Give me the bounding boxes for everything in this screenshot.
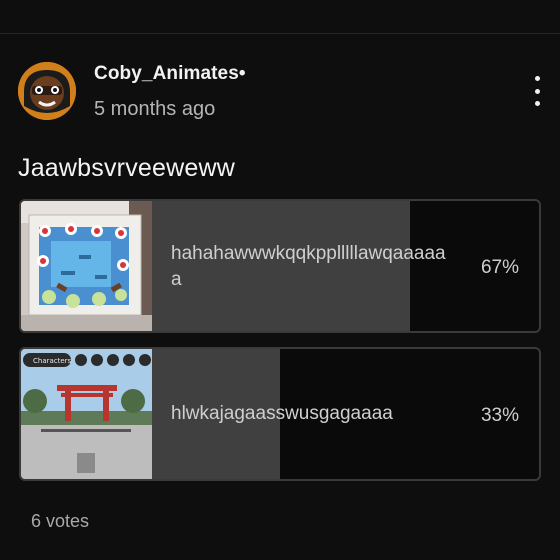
kebab-dot <box>534 88 540 94</box>
character-face-avatar-icon <box>18 62 76 120</box>
poll-option-percent: 33% <box>480 405 519 426</box>
poll-option-1[interactable]: hahahawwwkqqkpplllllawqaaaaaa 67% <box>19 199 541 333</box>
kebab-dot <box>534 101 540 106</box>
post-header: Coby_Animates• 5 months ago <box>18 60 548 126</box>
top-divider <box>0 33 560 34</box>
post-title: Jaawbsvrveeweww <box>18 154 235 182</box>
poll-option-label: hahahawwwkqqkpplllllawqaaaaaa <box>171 243 446 290</box>
characters-tab-label: Characters <box>33 357 72 365</box>
game-screenshot-thumbnail: Characters <box>21 349 152 479</box>
poll-option-label: hlwkajagaasswusgagaaaa <box>171 403 393 424</box>
poll-option-2[interactable]: Characters hlwkajagaasswusgagaaaa 33% <box>19 347 541 481</box>
post-timestamp: 5 months ago <box>94 98 216 120</box>
avatar[interactable] <box>18 62 76 120</box>
poll-option-percent: 67% <box>480 257 519 278</box>
kebab-menu-icon[interactable] <box>530 76 544 106</box>
vote-count: 6 votes <box>31 511 90 531</box>
username[interactable]: Coby_Animates• <box>94 63 246 85</box>
kebab-dot <box>534 76 540 81</box>
cake-photo-thumbnail <box>21 201 152 331</box>
